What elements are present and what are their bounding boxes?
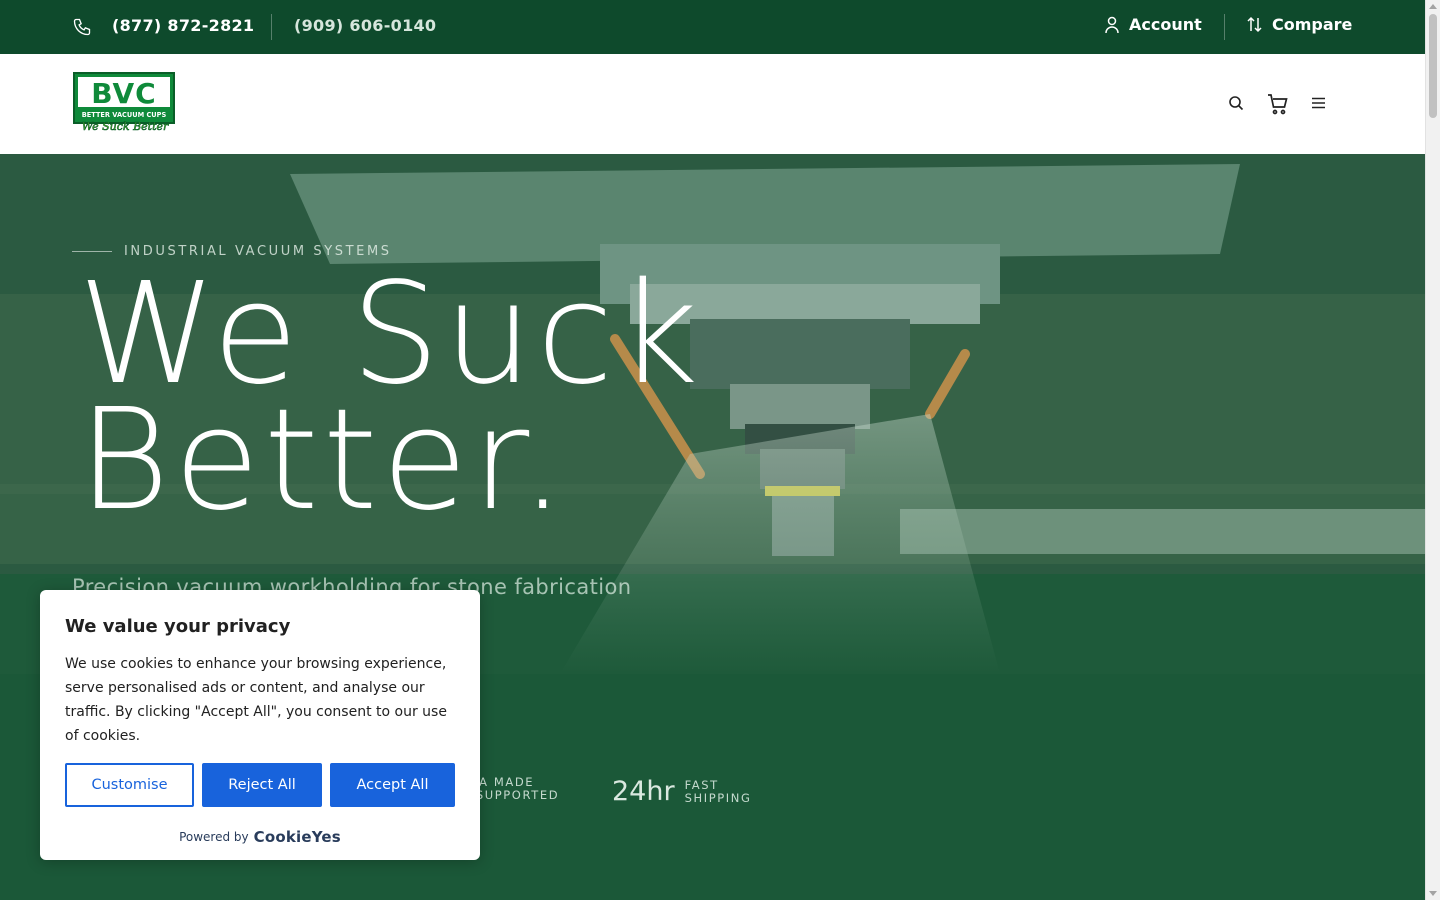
eyebrow-rule <box>72 251 112 252</box>
powered-by: Powered by CookieYes <box>40 828 480 846</box>
compare-arrows-icon <box>1247 16 1262 33</box>
stat-value: 24hr <box>612 776 675 807</box>
phone-icon <box>73 18 91 36</box>
customise-button[interactable]: Customise <box>65 763 194 807</box>
site-header: BVC BETTER VACUUM CUPS We Suck Better <box>0 54 1425 154</box>
accept-all-button[interactable]: Accept All <box>330 763 455 807</box>
divider <box>1224 14 1225 40</box>
compare-label: Compare <box>1272 15 1353 34</box>
hero-headline: We Suck Better. <box>78 265 703 542</box>
page-scrollbar[interactable] <box>1425 0 1440 900</box>
cookieyes-logo[interactable]: CookieYes <box>254 828 341 846</box>
search-icon[interactable] <box>1228 95 1244 111</box>
account-label: Account <box>1129 15 1202 34</box>
account-link[interactable]: Account <box>1104 15 1202 34</box>
top-utility-bar: (877) 872-2821 (909) 606-0140 Account Co… <box>0 0 1425 54</box>
menu-icon[interactable] <box>1311 97 1326 109</box>
divider <box>271 14 272 40</box>
cookie-title: We value your privacy <box>65 616 291 637</box>
compare-link[interactable]: Compare <box>1246 15 1352 34</box>
stat-label-line-2: SHIPPING <box>684 790 752 805</box>
cookie-consent-banner: We value your privacy We use cookies to … <box>40 590 480 860</box>
headline-line-2: Better. <box>78 379 569 542</box>
user-icon <box>1105 16 1119 33</box>
scrollbar-thumb[interactable] <box>1429 14 1437 118</box>
cookie-body: We use cookies to enhance your browsing … <box>65 656 447 744</box>
reject-all-button[interactable]: Reject All <box>202 763 322 807</box>
powered-by-label: Powered by <box>179 830 249 844</box>
stat-label-line-1: FAST <box>684 777 719 792</box>
scroll-up-arrow-icon[interactable] <box>1429 4 1437 9</box>
cart-icon[interactable] <box>1267 93 1289 115</box>
svg-text:BVC: BVC <box>91 77 156 110</box>
scroll-down-arrow-icon[interactable] <box>1429 891 1437 896</box>
phone-link-primary[interactable]: (877) 872-2821 <box>112 16 254 35</box>
svg-text:We Suck Better: We Suck Better <box>82 120 169 133</box>
stat-fast-shipping: 24hr FAST SHIPPING <box>612 776 752 807</box>
svg-text:BETTER VACUUM CUPS: BETTER VACUUM CUPS <box>82 111 167 119</box>
bvc-logo[interactable]: BVC BETTER VACUUM CUPS We Suck Better <box>73 72 175 134</box>
phone-link-secondary[interactable]: (909) 606-0140 <box>294 16 436 35</box>
